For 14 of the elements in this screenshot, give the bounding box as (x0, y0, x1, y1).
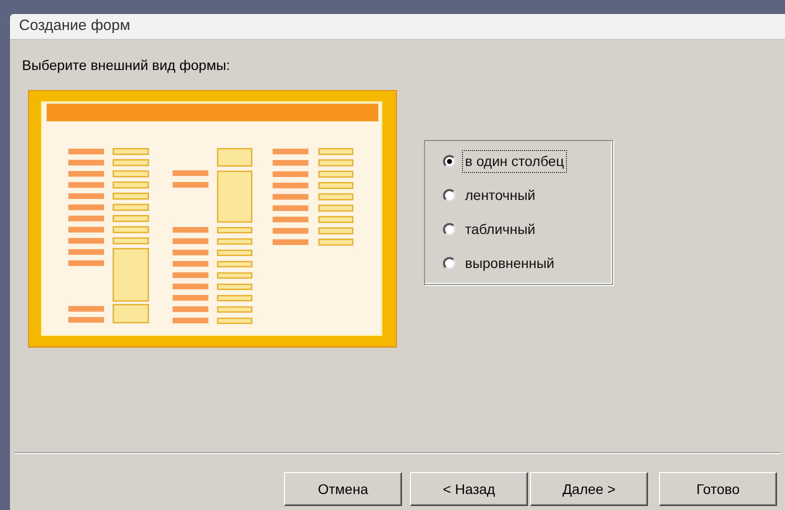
dialog-button[interactable]: Далее > (530, 472, 648, 506)
dialog-button[interactable]: Готово (659, 472, 777, 506)
radio-button[interactable] (443, 223, 456, 236)
radio-button[interactable] (443, 155, 456, 168)
window-title: Создание форм (19, 16, 130, 36)
dialog-button[interactable]: < Назад (410, 472, 528, 506)
dialog-button[interactable]: Отмена (284, 472, 402, 506)
radio-label[interactable]: табличный (462, 218, 538, 241)
radio-label[interactable]: выровненный (462, 252, 558, 275)
prompt-text: Выберите внешний вид формы: (22, 57, 230, 73)
radio-button[interactable] (443, 189, 456, 202)
radio-button[interactable] (443, 257, 456, 270)
radio-label[interactable]: ленточный (462, 184, 538, 207)
radio-label[interactable]: в один столбец (462, 150, 567, 173)
